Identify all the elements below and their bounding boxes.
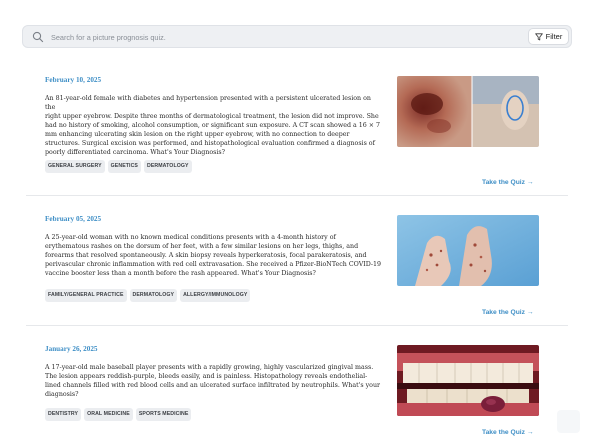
filter-button[interactable]: Filter <box>528 28 569 45</box>
quiz-description-line: structures. Surgical excision was perfor… <box>45 140 375 147</box>
tag[interactable]: DERMATOLOGY <box>144 160 192 173</box>
quiz-description-line: perivascular chronic inflammation with r… <box>45 261 382 268</box>
take-quiz-link[interactable]: Take the Quiz → <box>482 429 534 436</box>
quiz-date: February 05, 2025 <box>45 215 102 223</box>
skin-lesion-photo <box>397 76 539 147</box>
quiz-card: January 26, 2025 A 17-year-old male base… <box>26 341 568 441</box>
quiz-description-line: mm enhancing ulcerating skin lesion on t… <box>45 131 350 138</box>
tag[interactable]: ORAL MEDICINE <box>84 408 133 421</box>
take-quiz-link[interactable]: Take the Quiz → <box>482 309 534 316</box>
quiz-description-line: right upper eyebrow. Despite three month… <box>45 113 379 120</box>
quiz-description-line: The lesion appears reddish-purple, bleed… <box>45 373 368 380</box>
feet-rash-photo <box>397 215 539 286</box>
quiz-description-line: poorly differentiated carcinoma. What's … <box>45 149 226 156</box>
tag-list: FAMILY/GENERAL PRACTICE DERMATOLOGY ALLE… <box>45 289 251 302</box>
tag[interactable]: SPORTS MEDICINE <box>135 408 192 421</box>
quiz-date: February 10, 2025 <box>45 76 102 84</box>
quiz-description-line: A 25-year-old woman with no known medica… <box>45 234 336 241</box>
search-icon <box>32 31 44 43</box>
quiz-description-line: An 81-year-old female with diabetes and … <box>45 95 371 111</box>
tag-list: GENERAL SURGERY GENETICS DERMATOLOGY <box>45 160 192 173</box>
card-divider <box>26 325 568 326</box>
quiz-description: A 17-year-old male baseball player prese… <box>45 363 383 399</box>
quiz-card: February 05, 2025 A 25-year-old woman wi… <box>26 211 568 325</box>
tag[interactable]: FAMILY/GENERAL PRACTICE <box>45 289 127 302</box>
scroll-to-top-button[interactable] <box>557 410 580 433</box>
quiz-description-line: forearms that resolved spontaneously. A … <box>45 252 367 259</box>
filter-icon <box>534 32 543 40</box>
tag[interactable]: GENERAL SURGERY <box>45 160 105 173</box>
tag[interactable]: ALLERGY/IMMUNOLOGY <box>180 289 251 302</box>
tag[interactable]: DENTISTRY <box>45 408 82 421</box>
quiz-image[interactable] <box>397 345 539 416</box>
gingival-mass-photo <box>397 345 539 416</box>
quiz-description-line: vaccine booster less than a month before… <box>45 270 316 277</box>
card-divider <box>26 195 568 196</box>
tag[interactable]: DERMATOLOGY <box>129 289 178 302</box>
quiz-description: An 81-year-old female with diabetes and … <box>45 94 383 157</box>
quiz-date: January 26, 2025 <box>45 345 98 353</box>
quiz-card: February 10, 2025 An 81-year-old female … <box>26 72 568 194</box>
quiz-description-line: lined channels filled with red blood cel… <box>45 382 381 389</box>
filter-label: Filter <box>545 32 563 41</box>
quiz-description-line: had no history of smoking, alcohol consu… <box>45 122 381 129</box>
tag[interactable]: GENETICS <box>107 160 141 173</box>
quiz-description: A 25-year-old woman with no known medica… <box>45 233 383 278</box>
quiz-image[interactable] <box>397 76 539 147</box>
quiz-description-line: erythematous rashes on the dorsum of her… <box>45 243 359 250</box>
take-quiz-link[interactable]: Take the Quiz → <box>482 179 534 186</box>
quiz-image[interactable] <box>397 215 539 286</box>
tag-list: DENTISTRY ORAL MEDICINE SPORTS MEDICINE <box>45 408 192 421</box>
search-input[interactable] <box>51 29 491 45</box>
quiz-description-line: diagnosis? <box>45 391 79 398</box>
quiz-description-line: A 17-year-old male baseball player prese… <box>45 364 374 371</box>
search-bar: Filter <box>22 25 572 48</box>
